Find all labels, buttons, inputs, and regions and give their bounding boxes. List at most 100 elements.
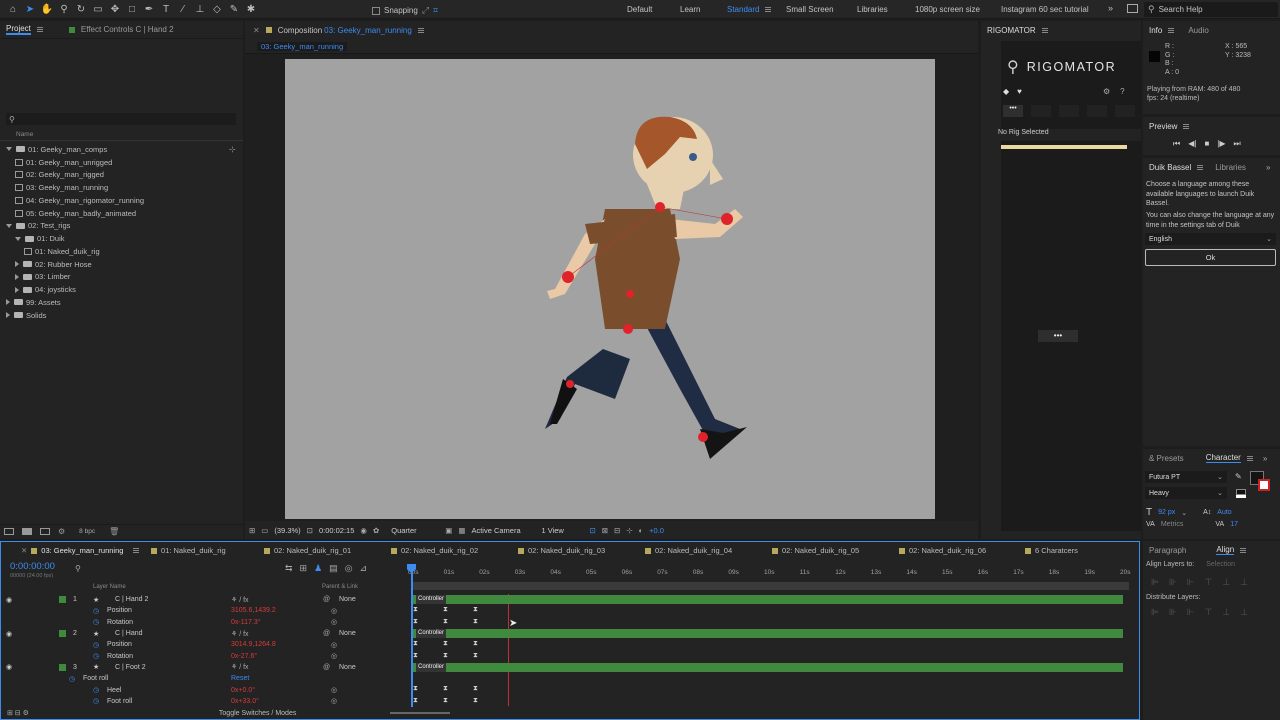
chevron-down-icon[interactable] [15,236,21,241]
link-icon[interactable]: ◎ [331,686,337,694]
project-search-icon[interactable]: ⚲ [9,115,15,124]
view-layout-dropdown[interactable]: 1 View [541,526,583,535]
keyframe[interactable]: ⧗ [443,618,448,626]
link-icon[interactable]: ◎ [331,641,337,649]
selection-tool-icon[interactable]: ➤ [23,2,37,16]
eye-icon[interactable]: ◉ [6,630,12,638]
rig-settings-icon[interactable]: ⚙ [1103,87,1110,96]
timeline-timecode[interactable]: 0:00:00:00 [10,561,55,572]
property-row[interactable]: ◷ Position 3014.9,1264.8 ◎ [1,639,411,650]
distribute-4-icon[interactable]: ⊤ [1205,607,1213,618]
link-icon[interactable]: ◎ [331,697,337,705]
layer-name-header[interactable]: Layer Name [93,584,126,590]
frame-blending-icon[interactable]: ▤ [329,563,338,574]
graph-editor-icon[interactable]: ⊿ [360,563,368,574]
keyframe[interactable]: ⧗ [443,606,448,614]
timeline-icon[interactable]: ⊟ [614,526,620,535]
keyframe[interactable]: ⧗ [443,685,448,693]
property-value[interactable]: 0x+0.0° [231,687,255,694]
property-value[interactable]: 0x-27.6° [231,653,257,660]
fullscreen-icon[interactable]: ⊡ [307,526,313,535]
align-menu-icon[interactable] [1240,547,1247,553]
layer-switches[interactable]: ⚘ / fx [231,596,249,604]
duik-menu-icon[interactable] [1197,164,1204,170]
parent-dropdown[interactable]: None [339,596,356,603]
snap-grid-icon[interactable]: ⌗ [433,5,438,16]
parent-pickwhip-icon[interactable]: @ [323,630,330,637]
paragraph-tab[interactable]: Paragraph [1149,546,1186,555]
presets-tab[interactable]: & Presets [1149,454,1184,463]
duik-libraries-tab[interactable]: Libraries [1215,163,1246,172]
project-comp[interactable]: 05: Geeky_man_badly_animated [0,207,243,220]
workspace-small-screen[interactable]: Small Screen [786,5,834,14]
clone-tool-icon[interactable]: ⊥ [193,2,207,16]
parent-header[interactable]: Parent & Link [322,584,358,590]
rig-tool-4[interactable] [1115,105,1135,117]
property-row[interactable]: ◷ Position 3105.6,1439.2 ◎ [1,605,411,616]
project-comp[interactable]: 01: Geeky_man_unrigged [0,156,243,169]
flowchart-view-icon[interactable]: ⊹ [626,526,632,535]
stopwatch-icon[interactable]: ◷ [93,641,99,649]
new-folder-icon[interactable] [22,528,32,535]
pen-tool-icon[interactable]: ✒ [142,2,156,16]
exposure-icon[interactable]: ◐ [639,526,644,535]
snapping-checkbox[interactable] [372,6,380,15]
more-button[interactable]: ••• [1003,105,1023,117]
link-icon[interactable]: ◎ [331,618,337,626]
snap-icon[interactable]: ⤢ [422,5,429,16]
monitor-icon[interactable]: ▭ [261,526,268,535]
timeline-menu-icon[interactable] [133,548,140,553]
align-tab[interactable]: Align [1216,545,1235,555]
heart-icon[interactable]: ♥ [1017,87,1022,96]
eye-icon[interactable]: ◉ [6,596,12,604]
link-icon[interactable]: ◎ [331,607,337,615]
zoom-slider[interactable] [390,712,451,714]
character-menu-icon[interactable] [1246,455,1253,461]
parent-pickwhip-icon[interactable]: @ [323,596,330,603]
preview-tab[interactable]: Preview [1149,122,1177,131]
time-ruler[interactable]: 00s 01s 02s 03s 04s 05s 06s 07s 08s 09s 10s 11s 12s 1… [408,567,1130,581]
project-comp[interactable]: 02: Geeky_man_rigged [0,169,243,182]
brush-tool-icon[interactable]: ⁄ [176,2,190,16]
rigomator-menu-icon[interactable] [1041,27,1048,33]
resolution-dropdown[interactable]: Quarter [391,526,439,535]
duik-more-icon[interactable]: » [1266,163,1270,172]
layer-label-color[interactable] [59,596,66,604]
zoom-tool-icon[interactable]: ⚲ [57,2,71,16]
keyframe[interactable]: ⧗ [473,697,478,705]
close-icon[interactable]: ✕ [21,546,27,555]
workspace-menu-icon[interactable] [765,7,772,12]
project-folder[interactable]: 04: joysticks [0,283,243,296]
composition-menu-icon[interactable] [417,27,424,33]
transparency-icon[interactable]: ▦ [458,526,465,535]
always-preview-icon[interactable]: ⊞ [249,526,255,535]
align-right-icon[interactable]: ⊩ [1187,577,1195,588]
timeline-tab[interactable]: 02: Naked_duik_rig_02 [391,542,478,559]
workspace-standard[interactable]: Standard [727,5,759,14]
timeline-tab[interactable]: 02: Naked_duik_rig_03 [518,542,605,559]
timeline-tab[interactable]: 02: Naked_duik_rig_06 [899,542,986,559]
distribute-6-icon[interactable]: ⊥ [1240,607,1248,618]
project-comp[interactable]: 03: Geeky_man_running [0,181,243,194]
parent-pickwhip-icon[interactable]: @ [323,664,330,671]
align-left-icon[interactable]: ⊫ [1151,577,1159,588]
interpret-footage-icon[interactable] [4,528,14,535]
keyframe[interactable]: ⧗ [443,640,448,648]
magnification-dropdown[interactable]: (39.3%) [274,526,300,535]
keyframe[interactable]: ⧗ [413,697,418,705]
roto-tool-icon[interactable]: ✎ [227,2,241,16]
composition-name[interactable]: 03: Geeky_man_running [324,26,412,35]
home-icon[interactable]: ⌂ [6,2,20,16]
stopwatch-icon[interactable]: ◷ [93,618,99,626]
keyframe[interactable]: ⧗ [413,685,418,693]
chevron-right-icon[interactable] [15,286,19,293]
distribute-3-icon[interactable]: ⊩ [1187,607,1195,618]
track-area[interactable]: Controller ⧗ ⧗ ⧗ ⧗ ⧗ ⧗ Controller ⧗ ⧗ ⧗ ⧗ ⧗ ⧗ Controll… [413,594,1125,706]
info-tab[interactable]: Info [1149,26,1162,35]
layer-row[interactable]: ◉ 2 ★ C | Hand ⚘ / fx @ None [1,628,411,639]
keyframe[interactable]: ⧗ [413,606,418,614]
keyframe[interactable]: ⧗ [443,652,448,660]
current-time[interactable]: 0:00:02:15 [319,526,354,535]
project-menu-icon[interactable] [36,27,43,32]
camera-dropdown[interactable]: Active Camera [471,526,535,535]
